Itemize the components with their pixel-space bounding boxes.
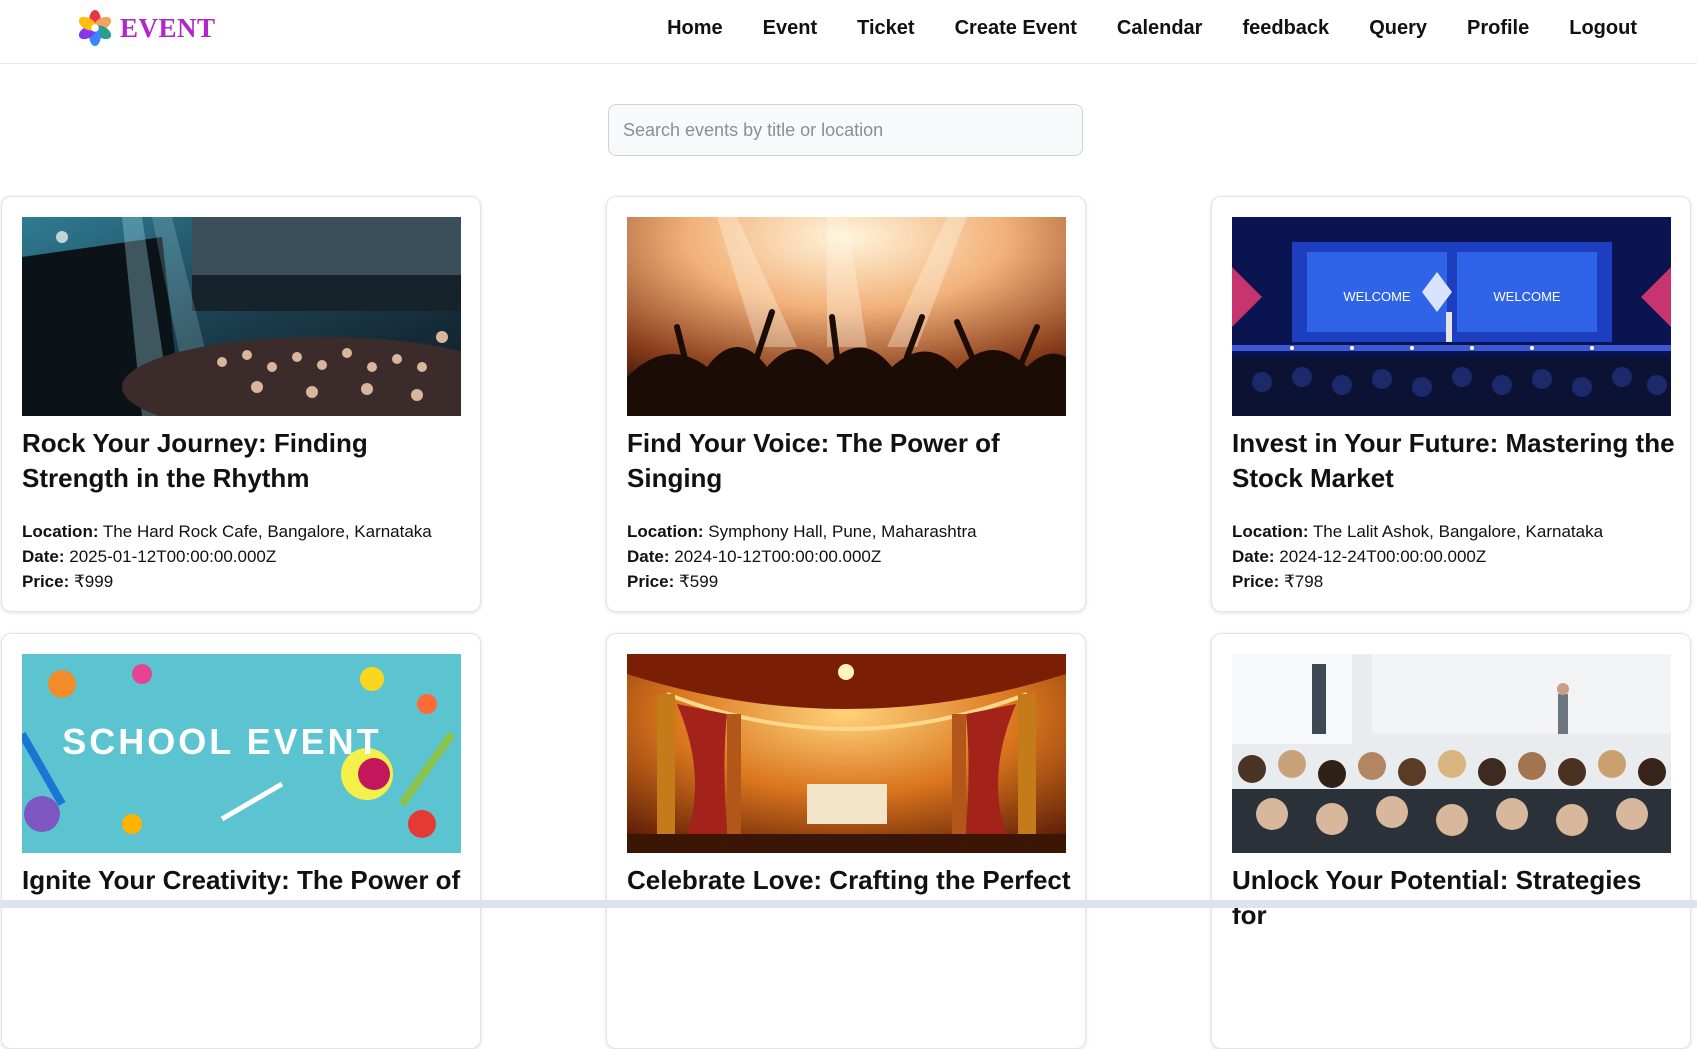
event-date: Date: 2024-12-24T00:00:00.000Z — [1232, 547, 1487, 566]
search-input[interactable] — [608, 104, 1083, 156]
event-card[interactable]: SCHOOL EVENT Ignite Your Creativity: The… — [1, 633, 481, 1049]
event-location: Location: The Hard Rock Cafe, Bangalore,… — [22, 522, 432, 541]
event-title: Ignite Your Creativity: The Power of — [22, 865, 461, 895]
main-nav: Home Event Ticket Create Event Calendar … — [667, 0, 1637, 56]
event-title: Unlock Your Potential: Strategies for — [1232, 865, 1642, 930]
event-image — [1232, 654, 1671, 853]
event-price: Price: ₹599 — [627, 572, 719, 591]
event-details: Location: The Lalit Ashok, Bangalore, Ka… — [1232, 519, 1677, 594]
nav-logout[interactable]: Logout — [1569, 17, 1637, 40]
brand-name: EVENT — [120, 12, 216, 43]
event-image — [627, 654, 1066, 853]
event-card[interactable]: WELCOME WELCOME Invest in Your Future: M… — [1211, 196, 1691, 612]
nav-feedback[interactable]: feedback — [1242, 17, 1329, 40]
brand[interactable]: EVENT — [76, 8, 216, 48]
event-card[interactable]: Find Your Voice: The Power of Singing Lo… — [606, 196, 1086, 612]
image-welcome-text: WELCOME — [1493, 289, 1561, 304]
image-welcome-text: WELCOME — [1343, 289, 1411, 304]
school-event-art-image: SCHOOL EVENT — [22, 654, 461, 853]
nav-event[interactable]: Event — [763, 17, 817, 40]
event-image — [627, 217, 1066, 416]
nav-query[interactable]: Query — [1369, 17, 1427, 40]
event-details: Location: Symphony Hall, Pune, Maharasht… — [627, 519, 1072, 594]
stage-lights-crowd-image — [627, 217, 1066, 416]
event-date: Date: 2025-01-12T00:00:00.000Z — [22, 547, 277, 566]
event-image — [22, 217, 461, 416]
event-location: Location: Symphony Hall, Pune, Maharasht… — [627, 522, 977, 541]
navbar: EVENT Home Event Ticket Create Event Cal… — [0, 0, 1697, 64]
nav-ticket[interactable]: Ticket — [857, 17, 914, 40]
event-image: SCHOOL EVENT — [22, 654, 461, 853]
flower-logo-icon — [78, 9, 112, 47]
event-title: Celebrate Love: Crafting the Perfect — [627, 865, 1071, 895]
event-price: Price: ₹999 — [22, 572, 114, 591]
event-title: Invest in Your Future: Mastering the Sto… — [1232, 428, 1675, 493]
event-price: Price: ₹798 — [1232, 572, 1324, 591]
bottom-scroll-edge — [0, 900, 1697, 908]
event-card[interactable]: Celebrate Love: Crafting the Perfect — [606, 633, 1086, 1049]
wedding-mandap-image — [627, 654, 1066, 853]
image-school-event-text: SCHOOL EVENT — [62, 721, 381, 762]
event-title: Find Your Voice: The Power of Singing — [627, 428, 1000, 493]
nav-calendar[interactable]: Calendar — [1117, 17, 1203, 40]
event-details: Location: The Hard Rock Cafe, Bangalore,… — [22, 519, 467, 594]
nav-create-event[interactable]: Create Event — [955, 17, 1077, 40]
event-date: Date: 2024-10-12T00:00:00.000Z — [627, 547, 882, 566]
event-location: Location: The Lalit Ashok, Bangalore, Ka… — [1232, 522, 1604, 541]
nav-home[interactable]: Home — [667, 17, 723, 40]
event-card[interactable]: Rock Your Journey: Finding Strength in t… — [1, 196, 481, 612]
event-image: WELCOME WELCOME — [1232, 217, 1671, 416]
seminar-audience-image — [1232, 654, 1671, 853]
event-title: Rock Your Journey: Finding Strength in t… — [22, 428, 368, 493]
event-card[interactable]: Unlock Your Potential: Strategies for — [1211, 633, 1691, 1049]
concert-crowd-image — [22, 217, 461, 416]
conference-stage-image: WELCOME WELCOME — [1232, 217, 1671, 416]
nav-profile[interactable]: Profile — [1467, 17, 1529, 40]
